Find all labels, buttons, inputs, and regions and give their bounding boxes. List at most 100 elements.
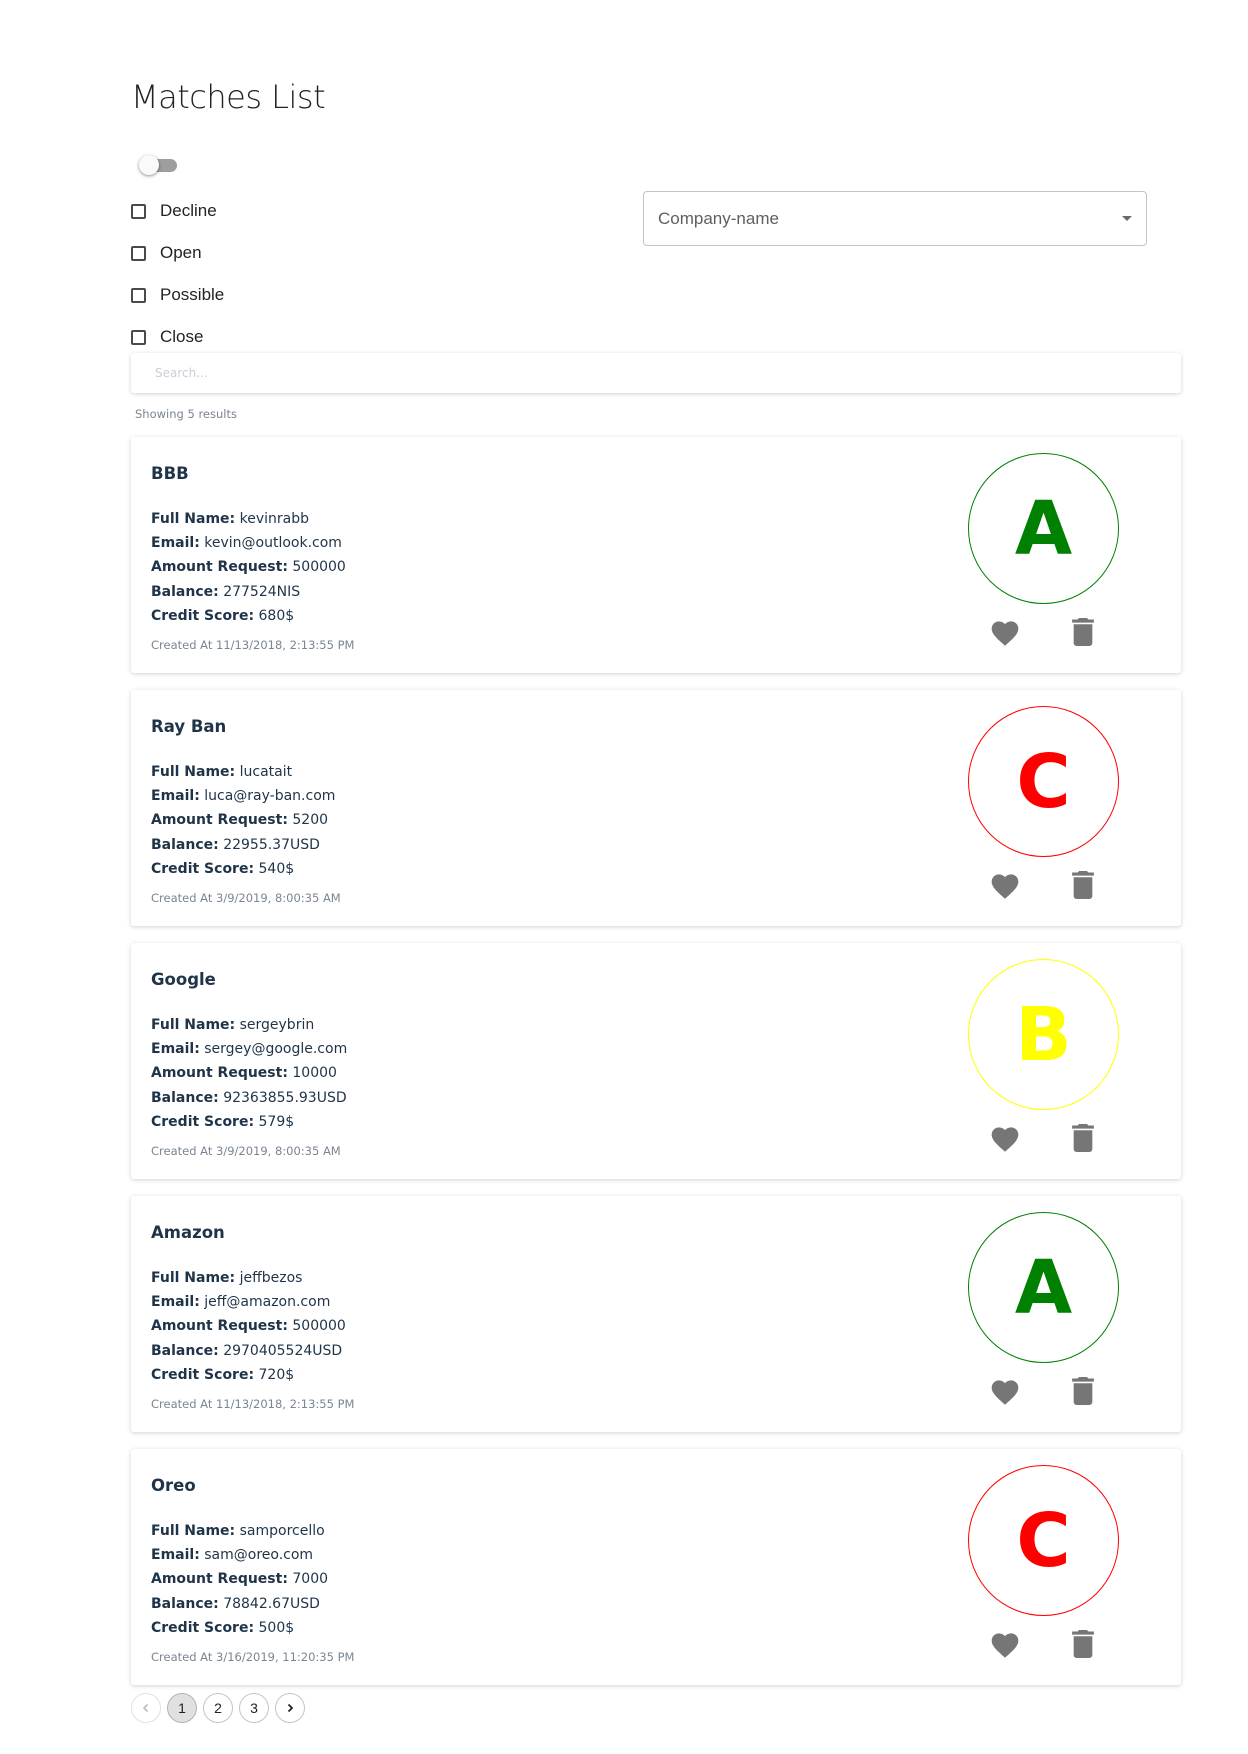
field-value: jeff@amazon.com [204, 1294, 331, 1311]
filter-label: Decline [160, 201, 217, 220]
heart-icon [991, 1127, 1019, 1152]
field-label: Balance: [151, 583, 219, 600]
field-label: Balance: [151, 1595, 219, 1612]
field-balance: Balance: 92363855.93USD [151, 1086, 347, 1110]
field-label: Email: [151, 788, 200, 805]
field-amount-request: Amount Request: 500000 [151, 555, 346, 579]
checkbox-possible[interactable] [131, 287, 146, 303]
field-label: Credit Score: [151, 1619, 255, 1636]
filter-open[interactable]: Open [131, 232, 224, 274]
field-value: 2970405524USD [223, 1342, 343, 1359]
match-card: Oreo Full Name: samporcello Email: sam@ore… [131, 1449, 1181, 1685]
field-value: 7000 [292, 1571, 329, 1588]
toggle-switch[interactable] [139, 154, 179, 176]
field-label: Full Name: [151, 1270, 236, 1286]
match-card: Google Full Name: sergeybrin Email: sergey… [131, 943, 1181, 1179]
delete-button[interactable] [1066, 1374, 1100, 1408]
filter-close[interactable]: Close [131, 316, 224, 358]
checkbox-decline[interactable] [131, 203, 146, 219]
field-label: Balance: [151, 836, 219, 853]
field-value: sam@oreo.com [204, 1547, 314, 1564]
grade-badge: A [968, 1212, 1119, 1363]
match-card: Amazon Full Name: jeffbezos Email: jeff@am… [131, 1196, 1181, 1432]
field-value: kevinrabb [239, 511, 309, 527]
field-full-name: Full Name: lucatait [151, 760, 335, 784]
field-label: Full Name: [151, 1523, 236, 1539]
toggle-thumb[interactable] [139, 155, 159, 175]
company-name: Google [151, 970, 216, 989]
field-value: 5200 [292, 812, 329, 829]
field-value: jeffbezos [239, 1270, 303, 1286]
field-label: Email: [151, 1547, 200, 1564]
next-page-button[interactable] [275, 1693, 305, 1723]
like-button[interactable] [988, 1121, 1022, 1155]
field-label: Email: [151, 1041, 200, 1058]
created-at: Created At 11/13/2018, 2:13:55 PM [151, 638, 355, 652]
grade-badge: B [968, 959, 1119, 1110]
company-name: BBB [151, 464, 189, 483]
filter-label: Open [160, 243, 202, 262]
field-label: Full Name: [151, 1017, 236, 1033]
caret-down-icon[interactable] [1122, 216, 1132, 221]
field-value: sergey@google.com [204, 1041, 348, 1058]
field-label: Amount Request: [151, 812, 288, 829]
chevron-left-icon [142, 1703, 149, 1713]
field-value: 277524NIS [223, 583, 301, 600]
delete-button[interactable] [1066, 1121, 1100, 1155]
like-button[interactable] [988, 1627, 1022, 1661]
like-button[interactable] [988, 615, 1022, 649]
company-name: Oreo [151, 1476, 196, 1495]
trash-icon [1072, 1377, 1094, 1405]
field-full-name: Full Name: samporcello [151, 1519, 328, 1543]
field-label: Amount Request: [151, 1318, 288, 1335]
heart-icon [991, 1633, 1019, 1658]
delete-button[interactable] [1066, 868, 1100, 902]
field-value: luca@ray-ban.com [204, 788, 336, 805]
chevron-right-icon [287, 1703, 294, 1713]
search-input[interactable] [153, 365, 1159, 381]
trash-icon [1072, 871, 1094, 899]
match-details: Full Name: jeffbezos Email: jeff@amazon.c… [151, 1266, 346, 1387]
filter-possible[interactable]: Possible [131, 274, 224, 316]
field-label: Credit Score: [151, 860, 255, 877]
field-amount-request: Amount Request: 10000 [151, 1061, 347, 1085]
match-details: Full Name: samporcello Email: sam@oreo.co… [151, 1519, 328, 1640]
results-count: Showing 5 results [135, 407, 237, 421]
delete-button[interactable] [1066, 1627, 1100, 1661]
field-value: 500$ [258, 1619, 295, 1636]
grade-badge: C [968, 706, 1119, 857]
checkbox-open[interactable] [131, 245, 146, 261]
filter-label: Possible [160, 285, 225, 304]
field-value: samporcello [239, 1523, 325, 1539]
match-card: BBB Full Name: kevinrabb Email: kevin@outl… [131, 437, 1181, 673]
field-label: Credit Score: [151, 607, 255, 624]
field-label: Credit Score: [151, 1113, 255, 1130]
heart-icon [991, 1380, 1019, 1405]
trash-icon [1072, 618, 1094, 646]
field-label: Amount Request: [151, 1065, 288, 1082]
checkbox-close[interactable] [131, 329, 146, 345]
field-value: 680$ [258, 607, 295, 624]
page-button-2[interactable]: 2 [203, 1693, 233, 1723]
field-label: Full Name: [151, 511, 236, 527]
field-full-name: Full Name: jeffbezos [151, 1266, 346, 1290]
page-button-3[interactable]: 3 [239, 1693, 269, 1723]
field-credit-score: Credit Score: 720$ [151, 1363, 346, 1387]
company-name: Amazon [151, 1223, 225, 1242]
filter-decline[interactable]: Decline [131, 190, 224, 232]
field-label: Full Name: [151, 764, 236, 780]
field-value: lucatait [239, 764, 293, 780]
field-credit-score: Credit Score: 579$ [151, 1110, 347, 1134]
previous-page-button[interactable] [131, 1693, 161, 1723]
like-button[interactable] [988, 1374, 1022, 1408]
field-credit-score: Credit Score: 540$ [151, 857, 335, 881]
page-button-1[interactable]: 1 [167, 1693, 197, 1723]
field-value: 22955.37USD [223, 836, 320, 853]
field-label: Balance: [151, 1089, 219, 1106]
trash-icon [1072, 1124, 1094, 1152]
company-name-select[interactable]: Company-name [643, 191, 1147, 246]
like-button[interactable] [988, 868, 1022, 902]
match-card: Ray Ban Full Name: lucatait Email: luca@ra… [131, 690, 1181, 926]
match-details: Full Name: kevinrabb Email: kevin@outlook… [151, 507, 346, 628]
delete-button[interactable] [1066, 615, 1100, 649]
